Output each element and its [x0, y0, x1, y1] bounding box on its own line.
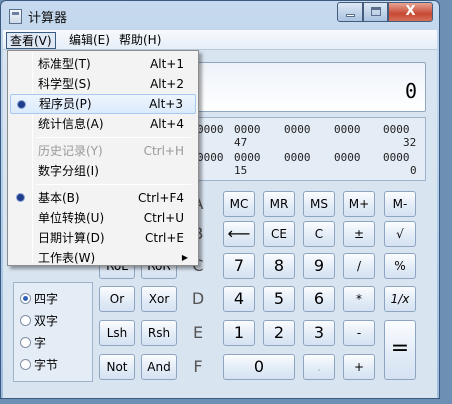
divide-button[interactable]: / [343, 253, 375, 279]
calculator-window: 计算器 X 查看(V) 编辑(E) 帮助(H) 0 0000 0000 0000… [0, 0, 440, 399]
digit-9-button[interactable]: 9 [303, 253, 335, 279]
menu-view[interactable]: 查看(V) [6, 32, 56, 49]
selected-dot-icon [18, 101, 25, 108]
bit-group[interactable]: 0000 [234, 123, 261, 136]
hex-f-button[interactable]: F [183, 354, 213, 380]
or-button[interactable]: Or [99, 286, 135, 312]
add-button[interactable]: + [343, 354, 375, 380]
digit-8-button[interactable]: 8 [263, 253, 295, 279]
display-value: 0 [404, 79, 417, 103]
submenu-arrow-icon: ▶ [181, 253, 188, 262]
selected-dot-icon [17, 194, 24, 201]
digit-5-button[interactable]: 5 [263, 286, 295, 312]
memory-subtract-button[interactable]: M- [384, 191, 416, 217]
title-bar[interactable]: 计算器 X [1, 1, 439, 31]
close-button[interactable]: X [388, 2, 433, 22]
menu-separator [36, 184, 191, 185]
memory-clear-button[interactable]: MC [223, 191, 255, 217]
menu-help[interactable]: 帮助(H) [116, 32, 164, 49]
bit-group[interactable]: 0000 [197, 123, 224, 136]
menu-item-standard[interactable]: 标准型(T) Alt+1 [10, 54, 196, 74]
bit-group[interactable]: 0000 [334, 123, 361, 136]
view-menu-dropdown: 标准型(T) Alt+1 科学型(S) Alt+2 程序员(P) Alt+3 统计信息… [7, 50, 199, 266]
decimal-button[interactable]: . [303, 354, 335, 380]
hex-d-button[interactable]: D [183, 286, 213, 312]
word-size-panel: 四字 双字 字 字节 [13, 282, 93, 382]
bit-position-label: 32 [403, 136, 417, 149]
menu-item-worksheets[interactable]: 工作表(W) ▶ [10, 248, 196, 268]
not-button[interactable]: Not [99, 354, 135, 380]
digit-2-button[interactable]: 2 [263, 320, 295, 346]
radio-qword[interactable]: 四字 [20, 291, 58, 307]
menu-item-history: 历史记录(Y) Ctrl+H [38, 144, 184, 158]
left-shift-button[interactable]: Lsh [99, 320, 135, 346]
radio-icon [20, 337, 31, 348]
bit-position-label: 47 [234, 136, 248, 149]
digit-3-button[interactable]: 3 [303, 320, 335, 346]
digit-6-button[interactable]: 6 [303, 286, 335, 312]
digit-0-button[interactable]: 0 [223, 354, 295, 380]
radio-dword[interactable]: 双字 [20, 313, 58, 329]
bit-group[interactable]: 0000 [383, 151, 410, 164]
bit-position-label: 15 [234, 164, 248, 177]
subtract-button[interactable]: - [343, 320, 375, 346]
calculator-app-icon [9, 9, 22, 24]
radio-icon [20, 315, 31, 326]
window-title: 计算器 [28, 11, 68, 26]
maximize-button[interactable] [363, 2, 388, 22]
radio-selected-icon [20, 293, 31, 304]
close-icon: X [405, 4, 416, 19]
radio-byte[interactable]: 字节 [20, 357, 58, 373]
bit-group[interactable]: 0000 [334, 151, 361, 164]
digit-4-button[interactable]: 4 [223, 286, 255, 312]
menu-separator [36, 137, 191, 138]
hex-e-button[interactable]: E [183, 320, 213, 346]
backspace-button[interactable]: ⟵ [223, 221, 255, 247]
bit-position-label: 0 [410, 164, 417, 177]
radio-word[interactable]: 字 [20, 335, 46, 351]
memory-recall-button[interactable]: MR [263, 191, 295, 217]
equals-button[interactable]: = [384, 320, 416, 380]
xor-button[interactable]: Xor [141, 286, 177, 312]
minimize-button[interactable] [337, 2, 363, 22]
and-button[interactable]: And [141, 354, 177, 380]
bit-group[interactable]: 0000 [234, 151, 261, 164]
clear-entry-button[interactable]: CE [263, 221, 295, 247]
percent-button[interactable]: % [384, 253, 416, 279]
right-shift-button[interactable]: Rsh [141, 320, 177, 346]
plus-minus-button[interactable]: ± [343, 221, 375, 247]
reciprocal-button[interactable]: 1/x [384, 286, 416, 312]
menu-item-basic[interactable]: 基本(B) Ctrl+F4 [10, 188, 196, 208]
multiply-button[interactable]: * [343, 286, 375, 312]
menu-edit[interactable]: 编辑(E) [66, 32, 113, 49]
bit-group[interactable]: 0000 [383, 123, 410, 136]
menu-item-unit-conversion[interactable]: 单位转换(U) Ctrl+U [10, 208, 196, 228]
digit-7-button[interactable]: 7 [223, 253, 255, 279]
menu-item-digit-grouping[interactable]: 数字分组(I) [10, 161, 196, 181]
menu-item-statistics[interactable]: 统计信息(A) Alt+4 [10, 114, 196, 134]
maximize-icon [370, 7, 381, 16]
menu-item-date-calculation[interactable]: 日期计算(D) Ctrl+E [10, 228, 196, 248]
digit-1-button[interactable]: 1 [223, 320, 255, 346]
memory-add-button[interactable]: M+ [343, 191, 375, 217]
menu-bar: 查看(V) 编辑(E) 帮助(H) [3, 30, 437, 50]
bit-group[interactable]: 0000 [284, 151, 311, 164]
minimize-icon [345, 14, 355, 17]
square-root-button[interactable]: √ [384, 221, 416, 247]
memory-store-button[interactable]: MS [303, 191, 335, 217]
bit-group[interactable]: 0000 [197, 151, 224, 164]
menu-item-programmer[interactable]: 程序员(P) Alt+3 [10, 94, 196, 114]
bit-group[interactable]: 0000 [284, 123, 311, 136]
menu-item-scientific[interactable]: 科学型(S) Alt+2 [10, 74, 196, 94]
radio-icon [20, 359, 31, 370]
clear-button[interactable]: C [303, 221, 335, 247]
